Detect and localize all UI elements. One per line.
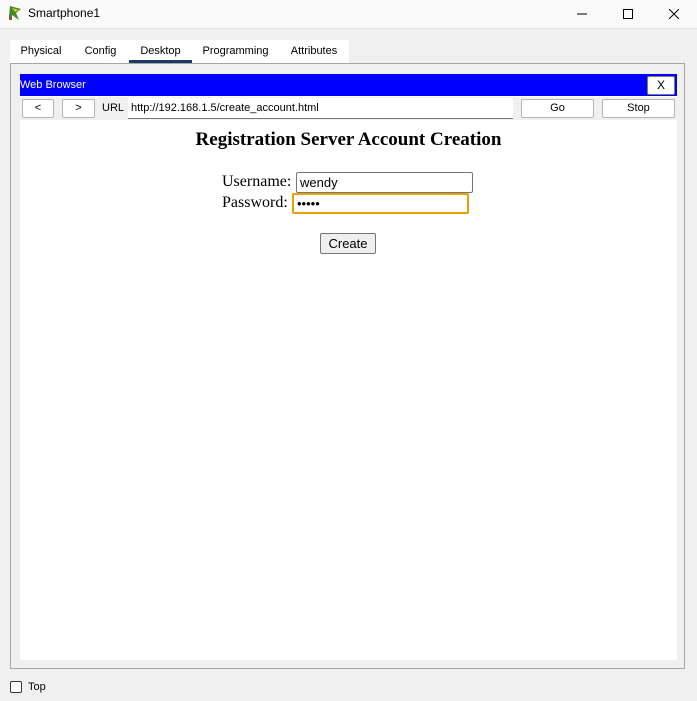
url-input[interactable]	[128, 98, 513, 119]
window-title: Smartphone1	[28, 6, 101, 20]
minimize-icon	[577, 13, 587, 15]
url-label: URL	[102, 102, 125, 114]
browser-close-button[interactable]: X	[647, 76, 675, 95]
page-title: Registration Server Account Creation	[195, 129, 502, 150]
go-button[interactable]: Go	[521, 99, 594, 118]
username-field[interactable]	[296, 172, 473, 193]
top-checkbox[interactable]	[10, 681, 22, 693]
username-label: Username:	[222, 173, 292, 190]
browser-header: Web Browser X	[20, 74, 677, 96]
tab-programming[interactable]: Programming	[192, 40, 279, 63]
tab-config[interactable]: Config	[72, 40, 129, 63]
back-button[interactable]: <	[22, 99, 54, 118]
browser-navbar: < > URL Go Stop	[20, 97, 677, 120]
packet-tracer-icon	[9, 6, 21, 20]
forward-button[interactable]: >	[62, 99, 95, 118]
close-button[interactable]	[651, 0, 697, 28]
password-field[interactable]	[292, 193, 469, 214]
page-content: Registration Server Account Creation Use…	[20, 120, 677, 660]
maximize-button[interactable]	[605, 0, 651, 28]
create-button[interactable]: Create	[320, 233, 376, 254]
password-label: Password:	[222, 194, 288, 211]
top-option: Top	[10, 679, 46, 695]
close-icon	[669, 9, 679, 19]
tab-physical[interactable]: Physical	[10, 40, 72, 63]
tab-attributes[interactable]: Attributes	[279, 40, 349, 63]
top-label: Top	[28, 681, 46, 693]
browser-title: Web Browser	[20, 79, 86, 91]
stop-button[interactable]: Stop	[602, 99, 675, 118]
tab-desktop[interactable]: Desktop	[129, 40, 192, 63]
minimize-button[interactable]	[559, 0, 605, 28]
maximize-icon	[623, 9, 633, 19]
web-browser-window: Web Browser X < > URL Go Stop Registrati…	[20, 74, 677, 660]
title-bar: Smartphone1	[0, 0, 697, 29]
